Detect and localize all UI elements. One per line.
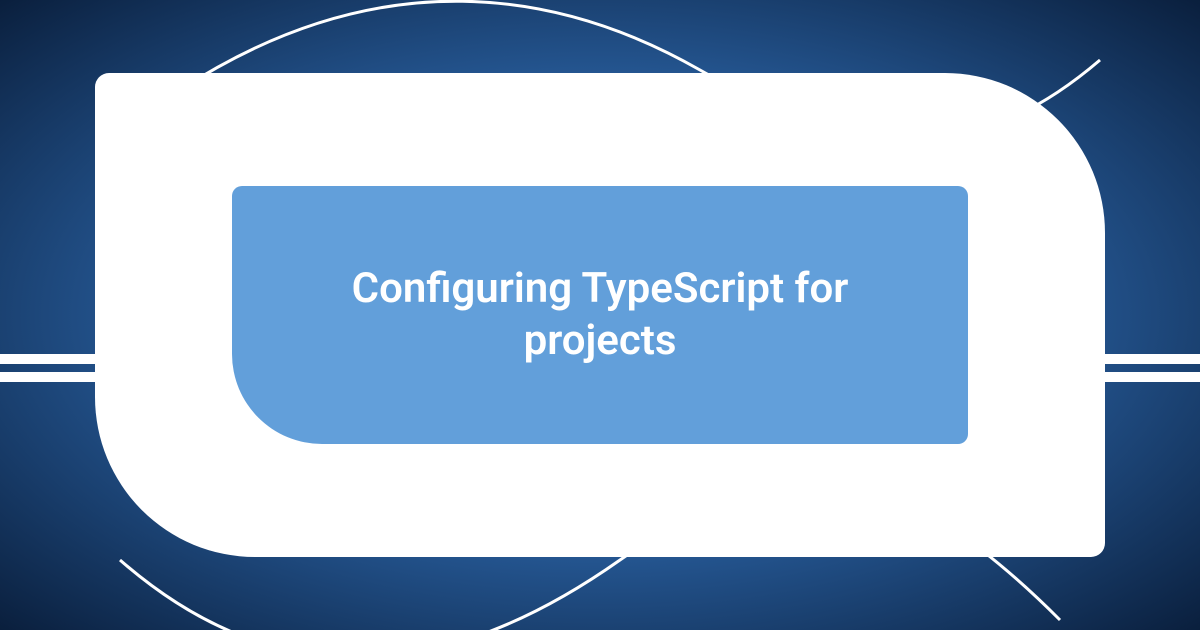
page-title: Configuring TypeScript for projects — [292, 263, 908, 368]
inner-card: Configuring TypeScript for projects — [232, 186, 968, 444]
